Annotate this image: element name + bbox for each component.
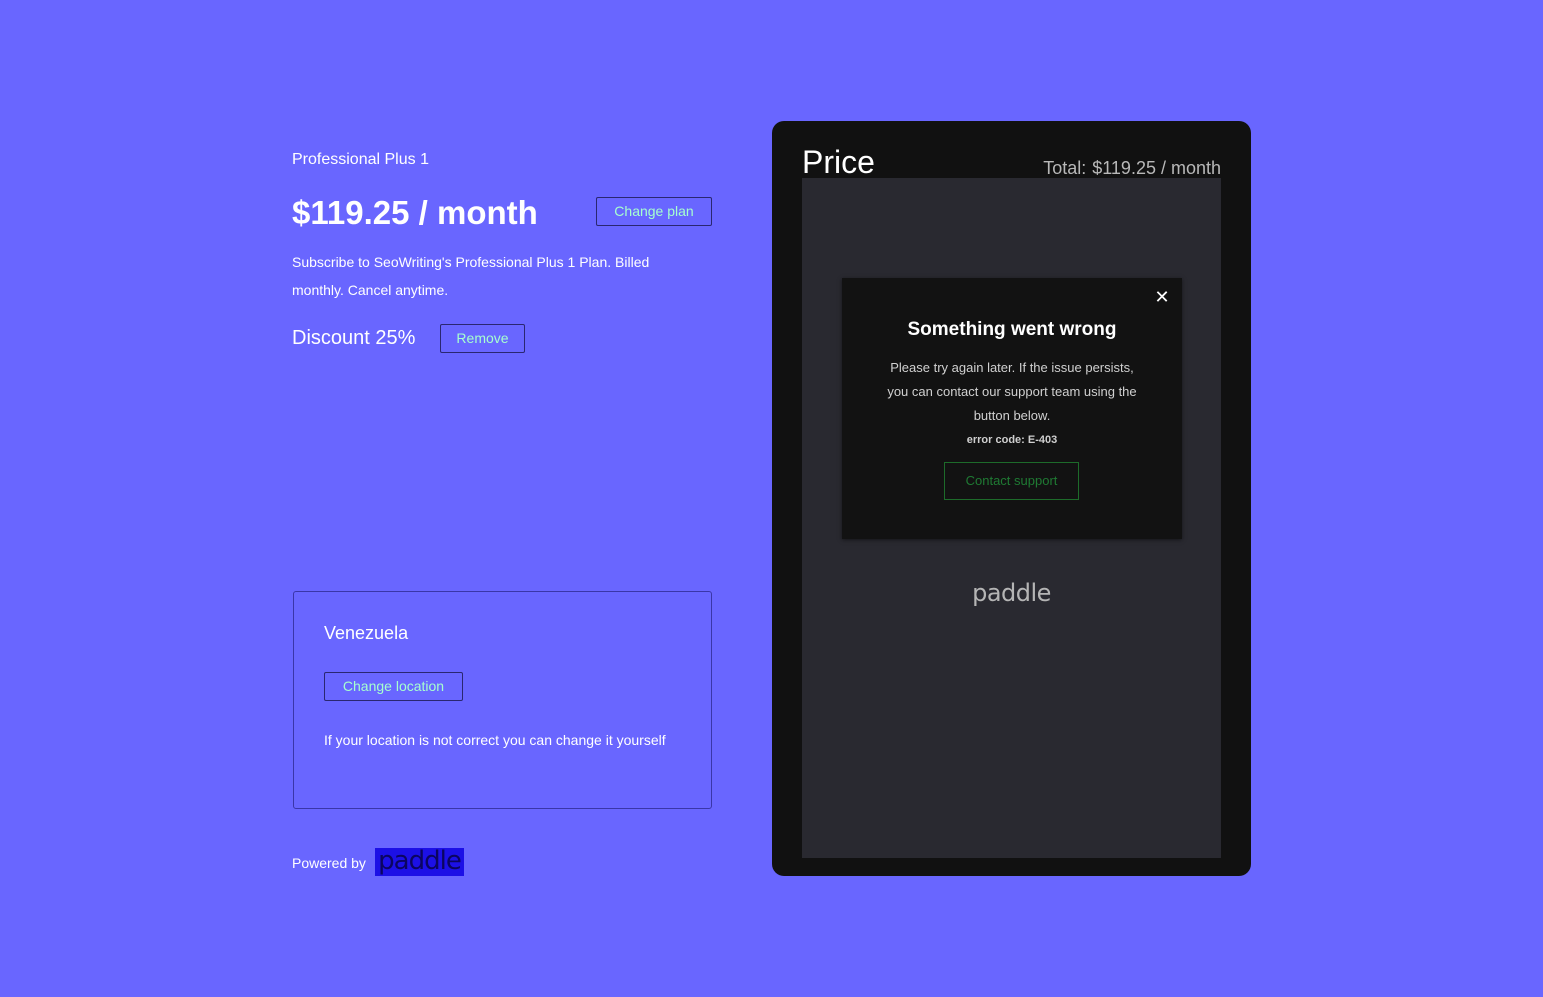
location-note: If your location is not correct you can … [324, 732, 666, 748]
panel-total: Total: $119.25 / month [1043, 157, 1221, 179]
error-message: Please try again later. If the issue per… [887, 360, 1137, 423]
panel-title: Price [802, 144, 875, 180]
change-plan-button[interactable]: Change plan [596, 197, 712, 226]
error-title: Something went wrong [907, 319, 1117, 340]
error-code: error code: E-403 [966, 434, 1058, 446]
total-label: Total: [1043, 158, 1087, 178]
paddle-logo-link[interactable]: paddle [375, 848, 464, 876]
price-row: $119.25 / month Change plan [292, 192, 712, 234]
checkout-page: Professional Plus 1 $119.25 / month Chan… [0, 0, 1543, 997]
discount-label: Discount 25% [292, 327, 416, 349]
plan-name: Professional Plus 1 [292, 151, 429, 168]
plan-price: $119.25 / month [292, 194, 538, 231]
location-box: Venezuela Change location If your locati… [293, 591, 712, 809]
powered-by-label: Powered by [292, 855, 366, 871]
discount-row: Discount 25% Remove [292, 324, 552, 354]
change-location-button[interactable]: Change location [324, 672, 463, 701]
remove-discount-button[interactable]: Remove [440, 324, 525, 353]
plan-description: Subscribe to SeoWriting's Professional P… [292, 254, 650, 298]
checkout-frame: ✕ Something went wrong Please try again … [802, 178, 1221, 858]
close-icon[interactable]: ✕ [1154, 288, 1170, 308]
paddle-logo: paddle [972, 579, 1051, 607]
contact-support-button[interactable]: Contact support [944, 462, 1079, 500]
checkout-panel: Price Total: $119.25 / month ✕ Something … [772, 121, 1251, 876]
error-modal: ✕ Something went wrong Please try again … [842, 278, 1182, 539]
location-country: Venezuela [324, 623, 409, 643]
total-value: $119.25 / month [1092, 158, 1221, 178]
